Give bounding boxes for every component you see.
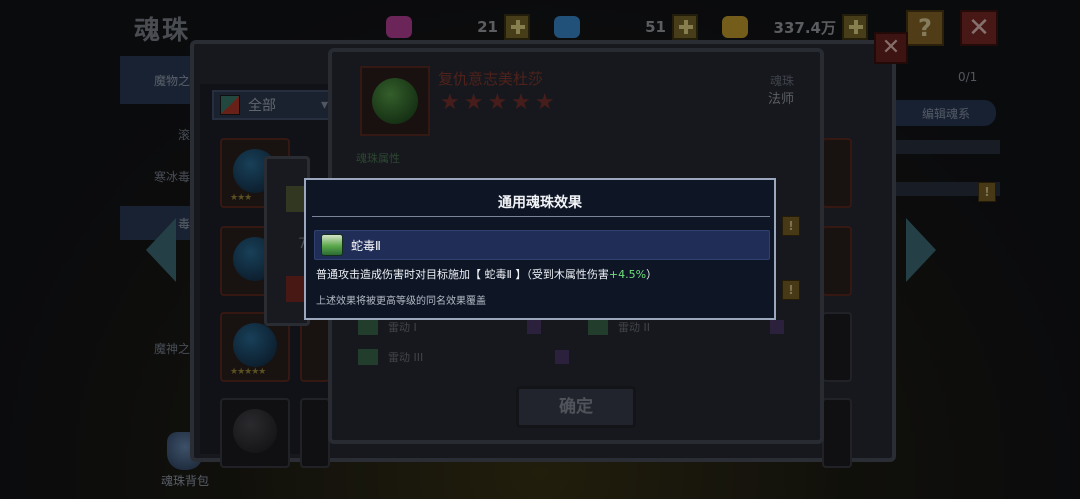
effect-item[interactable]: 蛇毒Ⅱ xyxy=(314,230,770,260)
effect-note: 上述效果将被更高等级的同名效果覆盖 xyxy=(316,296,486,307)
desc-highlight: +4.5% xyxy=(608,268,647,281)
effect-item-name: 蛇毒Ⅱ xyxy=(351,238,381,253)
common-effect-popup: 通用魂珠效果 蛇毒Ⅱ 普通攻击造成伤害时对目标施加【 蛇毒Ⅱ 】（受到木属性伤害… xyxy=(304,178,776,320)
divider xyxy=(312,216,770,217)
effect-description: 普通攻击造成伤害时对目标施加【 蛇毒Ⅱ 】（受到木属性伤害+4.5%） xyxy=(316,266,657,282)
game-screen: 魂珠 21 51 337.4万 ? ✕ 魔物之 滚 寒冰毒 毒 魔神之 魂珠背包… xyxy=(0,0,1080,499)
popup-title: 通用魂珠效果 xyxy=(498,195,582,211)
desc-suffix: ） xyxy=(646,268,658,281)
desc-prefix: 普通攻击造成伤害时对目标施加【 蛇毒Ⅱ 】（受到木属性伤害 xyxy=(316,268,609,281)
snake-venom-icon xyxy=(321,234,343,256)
